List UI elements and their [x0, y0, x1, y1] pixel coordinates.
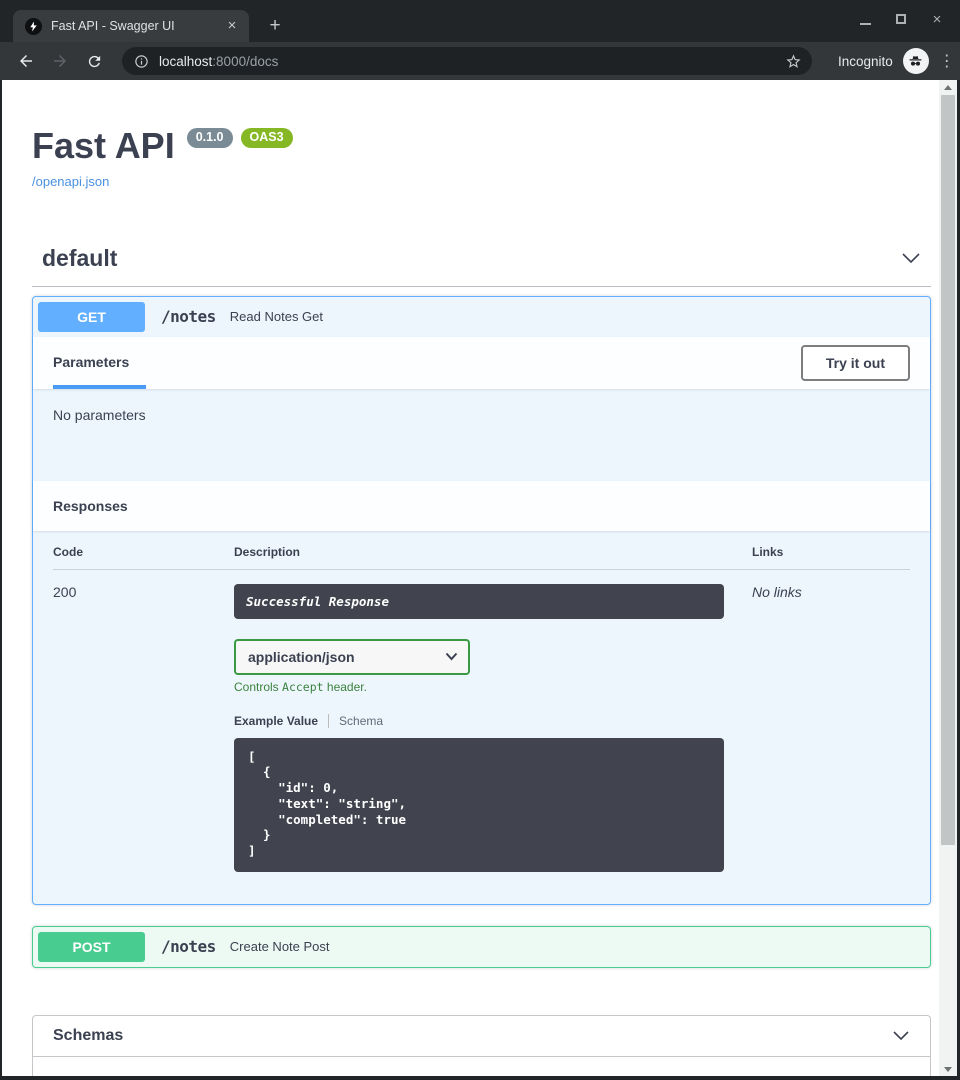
incognito-label: Incognito — [838, 54, 893, 69]
version-badge: 0.1.0 — [187, 128, 233, 148]
tab-close-icon[interactable]: × — [223, 17, 241, 35]
oas3-badge: OAS3 — [241, 128, 293, 148]
back-button[interactable] — [12, 47, 40, 75]
url-text: localhost:8000/docs — [159, 54, 785, 69]
window-controls: × — [856, 10, 946, 28]
parameters-tab-underline — [53, 385, 146, 389]
new-tab-button[interactable]: + — [262, 14, 288, 40]
incognito-icon — [903, 48, 929, 74]
model-example-tabs: Example Value Schema — [234, 714, 752, 728]
swagger-page: Fast API 0.1.0 OAS3 /openapi.json defaul… — [2, 80, 939, 1076]
address-bar[interactable]: localhost:8000/docs — [122, 47, 812, 75]
column-header-code: Code — [53, 545, 234, 559]
browser-menu-icon[interactable]: ⋮ — [939, 51, 955, 71]
column-header-links: Links — [752, 545, 910, 559]
operation-summary-text: Create Note Post — [230, 939, 330, 954]
tag-name: default — [42, 245, 117, 272]
get-operation-summary[interactable]: GET /notes Read Notes Get — [33, 297, 930, 337]
post-operation-summary[interactable]: POST /notes Create Note Post — [33, 927, 930, 967]
page-info-icon[interactable] — [134, 54, 149, 69]
schemas-body: Note — [33, 1057, 930, 1076]
fastapi-favicon-icon — [25, 18, 42, 35]
response-row-200: 200 Successful Response application/json — [53, 570, 910, 890]
scroll-down-button[interactable] — [939, 1062, 957, 1076]
no-parameters-text: No parameters — [33, 389, 930, 481]
parameters-header: Parameters Try it out — [33, 337, 930, 389]
tab-parameters[interactable]: Parameters — [53, 354, 129, 372]
example-json: [ { "id": 0, "text": "string", "complete… — [248, 749, 710, 859]
try-it-out-button[interactable]: Try it out — [801, 345, 910, 381]
tab-example-value[interactable]: Example Value — [234, 714, 318, 728]
titlebar: Fast API - Swagger UI × + × — [0, 0, 960, 42]
response-code: 200 — [53, 584, 234, 890]
scrollbar-thumb[interactable] — [941, 95, 955, 845]
tab-title: Fast API - Swagger UI — [51, 19, 223, 33]
tag-section-default[interactable]: default — [32, 245, 931, 287]
example-code-block: [ { "id": 0, "text": "string", "complete… — [234, 738, 724, 872]
column-header-description: Description — [234, 545, 752, 559]
toolbar: localhost:8000/docs Incognito ⋮ — [0, 42, 960, 80]
api-info: Fast API 0.1.0 OAS3 /openapi.json — [32, 126, 931, 191]
browser-tab[interactable]: Fast API - Swagger UI × — [13, 10, 249, 42]
opblock-get-notes: GET /notes Read Notes Get Parameters Try… — [32, 296, 931, 905]
tab-divider — [328, 714, 329, 728]
operation-path: /notes — [161, 307, 216, 326]
scrollbar[interactable] — [939, 80, 957, 1076]
forward-button[interactable] — [46, 47, 74, 75]
schemas-section: Schemas Note — [32, 1015, 931, 1076]
post-method-badge: POST — [38, 932, 145, 962]
media-type-select[interactable]: application/json — [234, 639, 470, 675]
bookmark-star-icon[interactable] — [785, 53, 802, 70]
page-title: Fast API 0.1.0 OAS3 — [32, 126, 931, 166]
schemas-header[interactable]: Schemas — [33, 1016, 930, 1057]
operation-summary-text: Read Notes Get — [230, 309, 323, 324]
chevron-down-icon — [892, 1030, 910, 1041]
close-button[interactable]: × — [928, 10, 946, 28]
responses-header: Responses — [33, 481, 930, 531]
response-description-box: Successful Response — [234, 584, 724, 619]
get-method-badge: GET — [38, 302, 145, 332]
openapi-json-link[interactable]: /openapi.json — [32, 174, 109, 189]
browser-window: Fast API - Swagger UI × + × localhost:80… — [0, 0, 960, 1080]
chevron-down-icon — [901, 252, 921, 264]
get-operation-body: Parameters Try it out No parameters Resp… — [33, 337, 930, 904]
opblock-post-notes: POST /notes Create Note Post — [32, 926, 931, 968]
maximize-button[interactable] — [892, 10, 910, 28]
minimize-button[interactable] — [856, 10, 874, 28]
select-chevron-down-icon — [445, 652, 458, 661]
refresh-button[interactable] — [80, 47, 108, 75]
accept-header-note: Controls Accept header. — [234, 680, 752, 694]
tab-schema[interactable]: Schema — [339, 714, 383, 728]
no-links-text: No links — [752, 584, 910, 890]
page-viewport: Fast API 0.1.0 OAS3 /openapi.json defaul… — [2, 80, 957, 1076]
scroll-up-button[interactable] — [939, 80, 957, 94]
responses-table: Code Description Links 200 Successful Re… — [33, 531, 930, 904]
operation-path: /notes — [161, 937, 216, 956]
api-title-text: Fast API — [32, 126, 175, 166]
